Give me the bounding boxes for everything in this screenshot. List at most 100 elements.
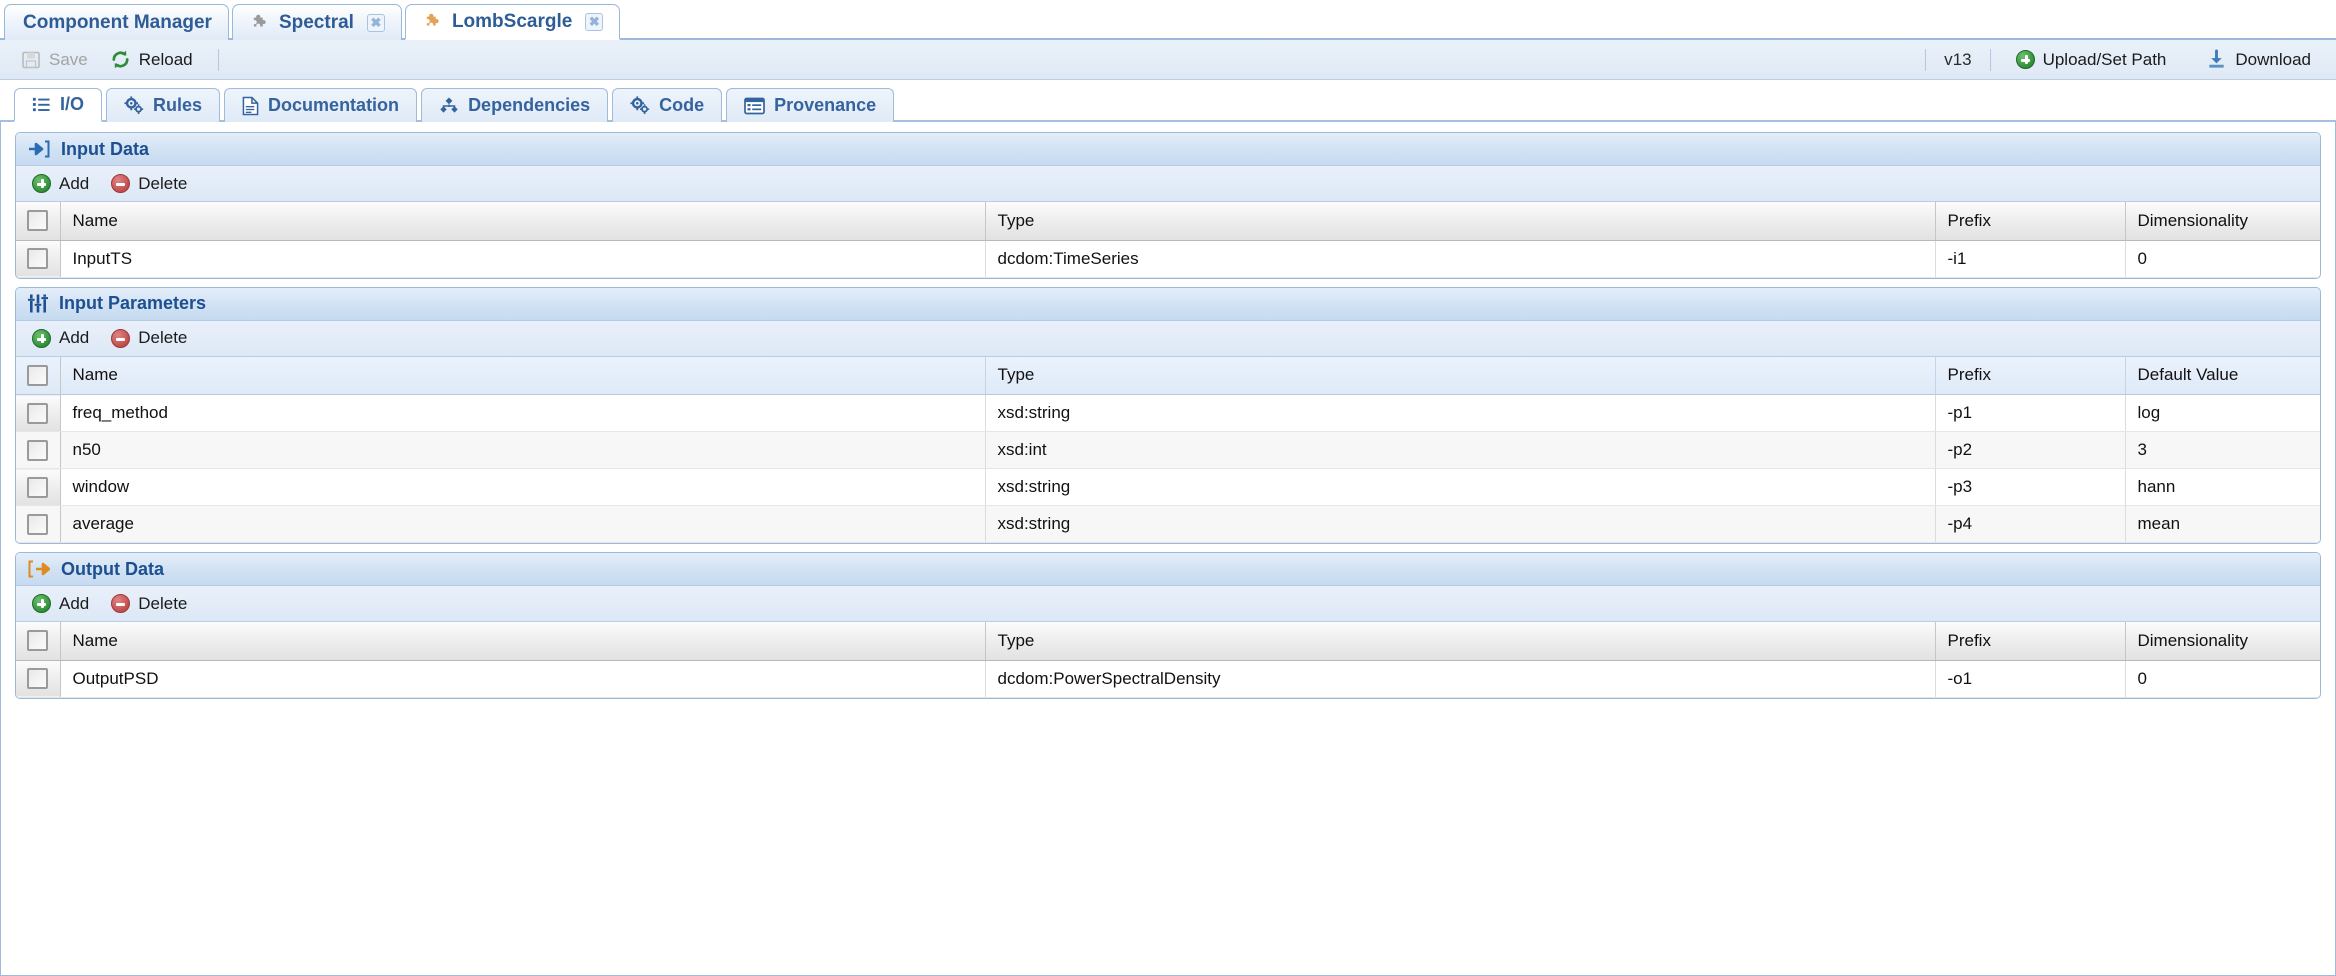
column-header-prefix[interactable]: Prefix (1935, 202, 2126, 241)
tab-io[interactable]: I/O (14, 88, 103, 122)
close-icon[interactable]: ✖ (366, 13, 385, 32)
cell-type[interactable]: xsd:string (985, 394, 1936, 432)
cell-type[interactable]: xsd:int (985, 431, 1936, 469)
cell-prefix[interactable]: -p1 (1935, 394, 2126, 432)
tab-rules[interactable]: Rules (106, 88, 221, 122)
row-checkbox-cell[interactable] (16, 431, 61, 469)
window-tab-lombscargle[interactable]: LombScargle ✖ (404, 4, 621, 40)
cell-name[interactable]: freq_method (60, 394, 986, 432)
table-row[interactable]: window xsd:string -p3 hann (16, 468, 2320, 506)
cell-prefix[interactable]: -p4 (1935, 505, 2126, 543)
close-icon[interactable]: ✖ (585, 12, 604, 31)
cell-default-value[interactable]: log (2125, 394, 2320, 432)
add-button[interactable]: Add (32, 594, 89, 614)
table-row[interactable]: InputTS dcdom:TimeSeries -i1 0 (16, 240, 2320, 278)
checkbox[interactable] (27, 402, 49, 424)
checkbox[interactable] (27, 248, 49, 269)
cell-type[interactable]: xsd:string (985, 468, 1936, 506)
checkbox[interactable] (27, 630, 49, 652)
tab-dependencies[interactable]: Dependencies (421, 88, 609, 122)
window-tab-component-manager[interactable]: Component Manager (4, 4, 229, 40)
cell-name[interactable]: n50 (60, 431, 986, 469)
delete-label: Delete (138, 593, 188, 613)
row-checkbox-cell[interactable] (16, 660, 61, 698)
input-parameters-table: Name Type Prefix Default Value freq_meth… (16, 356, 2320, 543)
select-all-checkbox-cell[interactable] (16, 202, 61, 241)
cell-prefix[interactable]: -o1 (1935, 660, 2126, 698)
cell-type[interactable]: xsd:string (985, 505, 1936, 543)
delete-button[interactable]: Delete (111, 594, 187, 614)
section-header: Input Data (16, 133, 2320, 166)
cell-name[interactable]: InputTS (60, 240, 986, 278)
upload-set-path-button[interactable]: Upload/Set Path (2005, 46, 2178, 74)
row-checkbox-cell[interactable] (16, 505, 61, 543)
output-data-table: Name Type Prefix Dimensionality OutputPS… (16, 622, 2320, 698)
cell-dimensionality[interactable]: 0 (2125, 240, 2320, 278)
cell-dimensionality[interactable]: 0 (2125, 660, 2320, 698)
cell-name[interactable]: average (60, 505, 986, 543)
add-button[interactable]: Add (32, 174, 89, 194)
cell-default-value[interactable]: 3 (2125, 431, 2320, 469)
cell-default-value[interactable]: hann (2125, 468, 2320, 506)
column-header-name[interactable]: Name (60, 202, 986, 241)
column-header-dimensionality[interactable]: Dimensionality (2125, 622, 2320, 661)
table-row[interactable]: average xsd:string -p4 mean (16, 505, 2320, 543)
cell-prefix[interactable]: -i1 (1935, 240, 2126, 278)
column-header-prefix[interactable]: Prefix (1935, 622, 2126, 661)
section-title: Input Data (61, 138, 149, 159)
add-button[interactable]: Add (32, 328, 89, 348)
gears-icon (630, 96, 650, 115)
select-all-checkbox-cell[interactable] (16, 356, 61, 395)
arrow-into-bracket-icon (28, 140, 50, 158)
row-checkbox-cell[interactable] (16, 468, 61, 506)
table-row[interactable]: OutputPSD dcdom:PowerSpectralDensity -o1… (16, 660, 2320, 698)
tab-provenance[interactable]: Provenance (726, 88, 895, 122)
cell-name[interactable]: window (60, 468, 986, 506)
column-header-dimensionality[interactable]: Dimensionality (2125, 202, 2320, 241)
column-header-default-value[interactable]: Default Value (2125, 356, 2320, 395)
tab-documentation[interactable]: Documentation (224, 88, 418, 122)
tab-label: Dependencies (468, 95, 591, 115)
tab-code[interactable]: Code (612, 88, 723, 122)
column-header-prefix[interactable]: Prefix (1935, 356, 2126, 395)
delete-label: Delete (138, 173, 188, 193)
cell-default-value[interactable]: mean (2125, 505, 2320, 543)
checkbox[interactable] (27, 513, 49, 535)
save-button[interactable]: Save (10, 46, 99, 74)
column-header-name[interactable]: Name (60, 356, 986, 395)
checkbox[interactable] (27, 439, 49, 461)
column-header-type[interactable]: Type (985, 356, 1936, 395)
section-output-data: Output Data Add Delete Name Type Prefix … (15, 552, 2321, 699)
cell-type[interactable]: dcdom:PowerSpectralDensity (985, 660, 1936, 698)
minus-circle-icon (111, 594, 131, 613)
row-checkbox-cell[interactable] (16, 240, 61, 278)
cell-prefix[interactable]: -p2 (1935, 431, 2126, 469)
column-header-type[interactable]: Type (985, 202, 1936, 241)
cell-type[interactable]: dcdom:TimeSeries (985, 240, 1936, 278)
select-all-checkbox-cell[interactable] (16, 622, 61, 661)
checkbox[interactable] (27, 476, 49, 498)
reload-button[interactable]: Reload (99, 45, 204, 74)
column-header-name[interactable]: Name (60, 622, 986, 661)
cell-name[interactable]: OutputPSD (60, 660, 986, 698)
column-header-type[interactable]: Type (985, 622, 1936, 661)
download-label: Download (2235, 49, 2311, 69)
download-button[interactable]: Download (2195, 45, 2322, 74)
checkbox[interactable] (27, 668, 49, 689)
delete-button[interactable]: Delete (111, 174, 187, 194)
hierarchy-icon (439, 96, 459, 115)
row-checkbox-cell[interactable] (16, 394, 61, 432)
sliders-icon (28, 294, 48, 313)
section-toolbar: Add Delete (16, 320, 2320, 357)
table-row[interactable]: freq_method xsd:string -p1 log (16, 394, 2320, 432)
checkbox[interactable] (27, 364, 49, 386)
minus-circle-icon (111, 328, 131, 348)
cell-prefix[interactable]: -p3 (1935, 468, 2126, 506)
delete-button[interactable]: Delete (111, 328, 187, 348)
puzzle-piece-icon (251, 13, 270, 32)
table-list-icon (744, 97, 765, 115)
window-tab-spectral[interactable]: Spectral ✖ (231, 4, 402, 40)
plus-circle-icon (32, 174, 51, 193)
table-row[interactable]: n50 xsd:int -p2 3 (16, 431, 2320, 469)
checkbox[interactable] (27, 210, 49, 232)
